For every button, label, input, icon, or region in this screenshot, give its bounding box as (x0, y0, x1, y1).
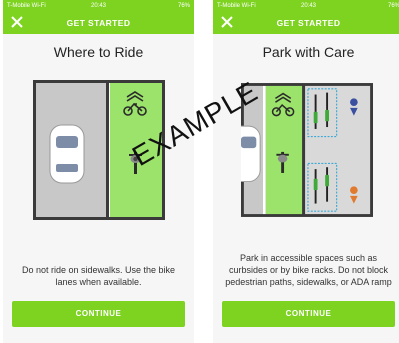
header-title: GET STARTED (66, 18, 131, 28)
phone-screen-park-with-care: T-Mobile Wi-Fi 20:43 76% GET STARTED Par… (213, 0, 399, 343)
time-label: 20:43 (90, 3, 106, 9)
battery-label: 76% (177, 3, 190, 9)
header-title: GET STARTED (276, 18, 341, 28)
car-icon (241, 125, 261, 183)
phone-screen-where-to-ride: T-Mobile Wi-Fi 20:43 76% GET STARTED Whe… (3, 0, 194, 343)
app-header: GET STARTED (3, 12, 194, 34)
continue-button[interactable]: CONTINUE (12, 301, 185, 327)
screen-title: Where to Ride (53, 44, 144, 60)
continue-button[interactable]: CONTINUE (222, 301, 395, 327)
car-icon (49, 124, 85, 184)
status-bar: T-Mobile Wi-Fi 20:43 76% (213, 0, 399, 12)
screen-caption: Do not ride on sidewalks. Use the bike l… (21, 265, 176, 287)
battery-label: 76% (387, 3, 399, 9)
status-bar: T-Mobile Wi-Fi 20:43 76% (3, 0, 194, 12)
app-header: GET STARTED (213, 12, 399, 34)
screen-caption: Park in accessible spaces such as curbsi… (225, 253, 392, 287)
screen-title: Park with Care (262, 44, 355, 60)
time-label: 20:43 (300, 3, 316, 9)
